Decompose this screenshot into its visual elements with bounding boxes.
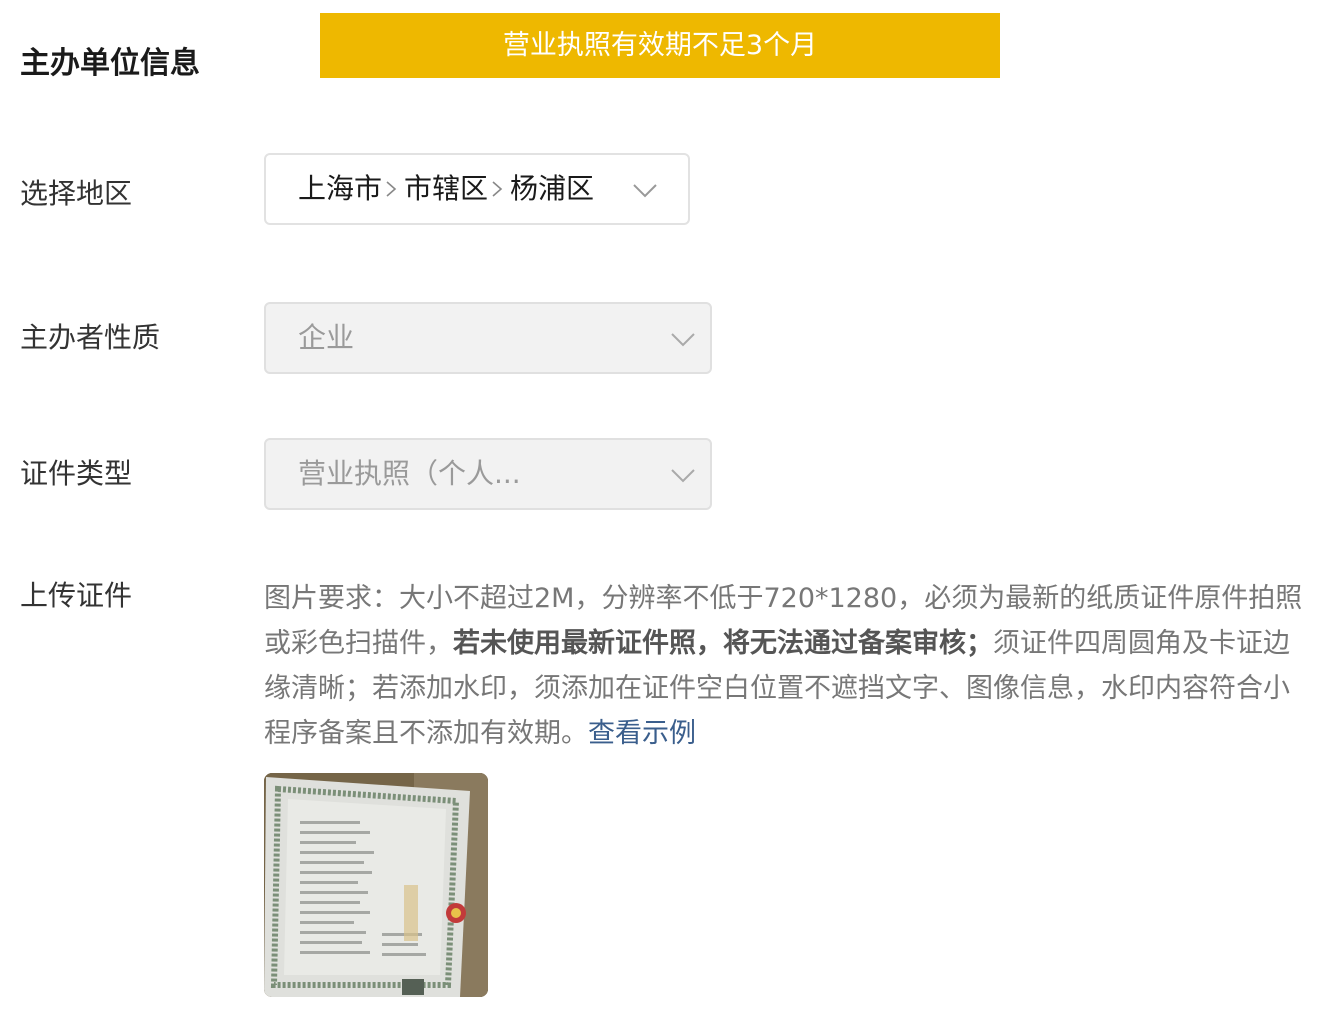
cert-type-select[interactable]: 营业执照（个人...: [264, 438, 712, 510]
cert-type-label: 证件类型: [20, 457, 133, 490]
region-province: 上海市: [298, 172, 383, 205]
nature-value: 企业: [298, 321, 355, 354]
license-thumbnail[interactable]: [264, 773, 488, 997]
upload-label: 上传证件: [20, 579, 133, 612]
region-district: 杨浦区: [510, 172, 595, 205]
chevron-down-icon: [633, 184, 657, 198]
upload-requirements: 图片要求：大小不超过2M，分辨率不低于720*1280，必须为最新的纸质证件原件…: [264, 576, 1310, 756]
region-select[interactable]: 上海市 市辖区 杨浦区: [264, 153, 690, 225]
chevron-down-icon: [671, 469, 695, 483]
license-photo: [264, 773, 488, 997]
warning-toast: 营业执照有效期不足3个月: [320, 13, 1000, 78]
chevron-down-icon: [671, 333, 695, 347]
section-title: 主办单位信息: [20, 46, 200, 81]
chevron-right-icon: [492, 181, 503, 197]
chevron-right-icon: [386, 181, 397, 197]
region-city: 市辖区: [404, 172, 489, 205]
nature-select[interactable]: 企业: [264, 302, 712, 374]
view-example-link[interactable]: 查看示例: [588, 718, 696, 749]
region-path: 上海市 市辖区 杨浦区: [298, 169, 594, 209]
nature-label: 主办者性质: [20, 321, 161, 354]
region-label: 选择地区: [20, 177, 133, 210]
cert-type-value: 营业执照（个人...: [298, 457, 521, 490]
requirements-emphasis: 若未使用最新证件照，将无法通过备案审核；: [453, 628, 993, 659]
